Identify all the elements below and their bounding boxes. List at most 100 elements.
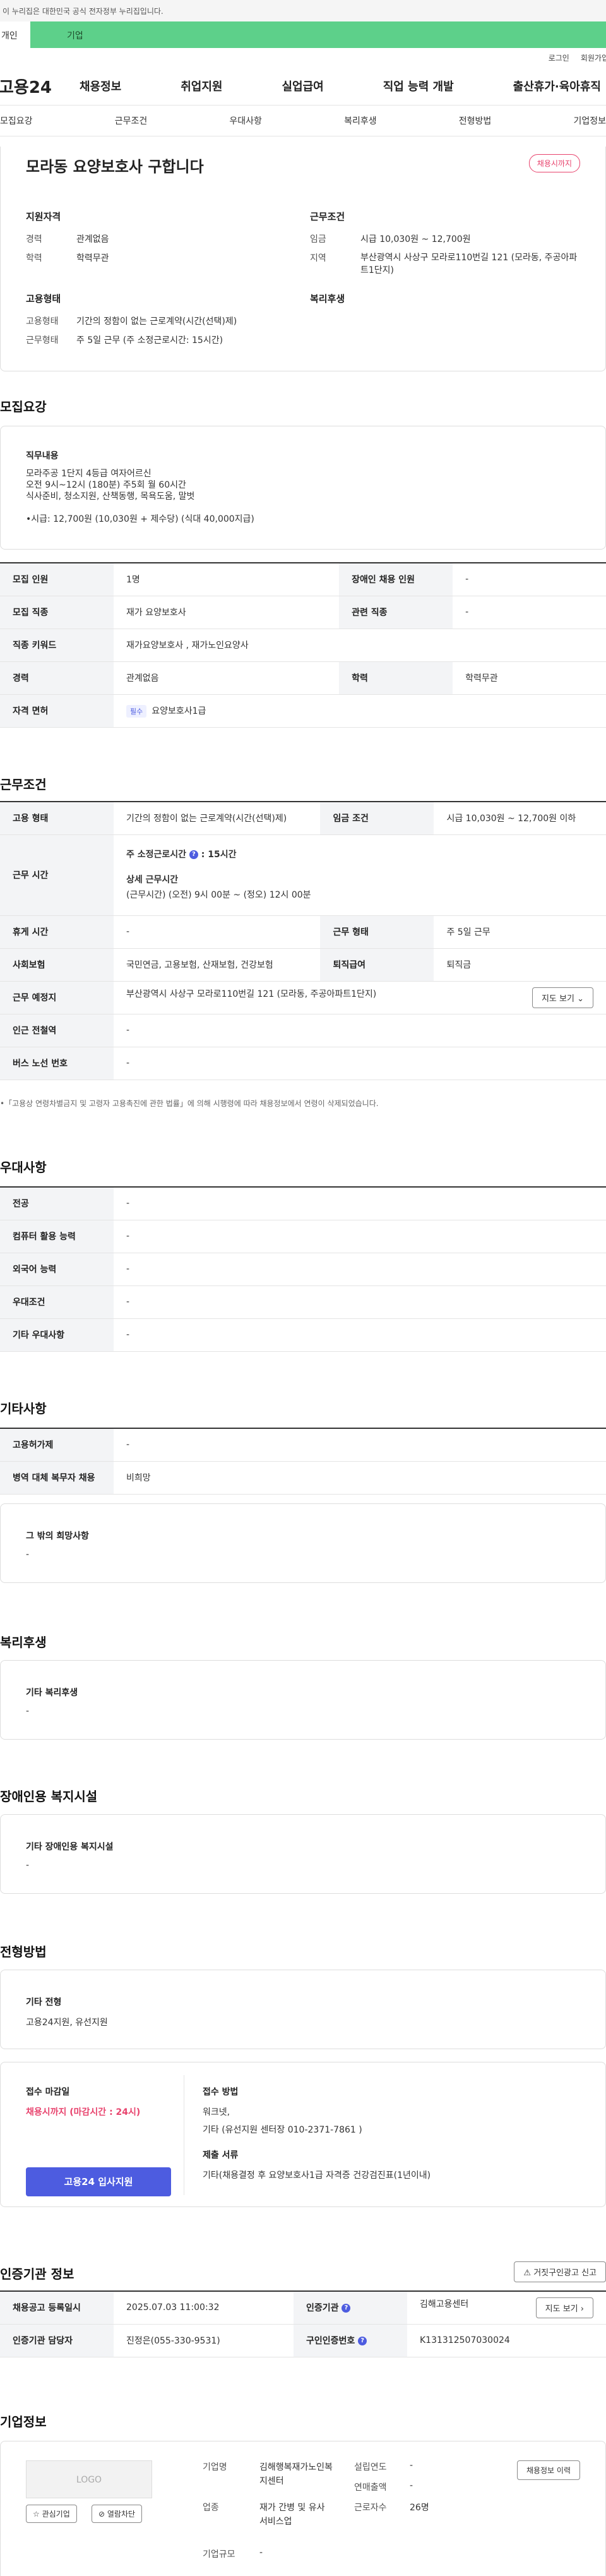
join-link[interactable]: 회원가입 bbox=[581, 52, 606, 63]
row-label: 자격 면허 bbox=[0, 694, 114, 728]
row-label: 전공 bbox=[0, 1186, 114, 1220]
row-value: - bbox=[453, 562, 606, 596]
selection-card: 기타 전형 고용24지원, 유선지원 bbox=[0, 1970, 606, 2049]
block-view-button[interactable]: ⊘ 열람차단 bbox=[92, 2505, 143, 2523]
anchor-welfare[interactable]: 복리후생 bbox=[344, 114, 377, 127]
table-row: 전공 - bbox=[0, 1186, 606, 1220]
wage-label: 임금 bbox=[310, 234, 326, 244]
other-heading: 그 밖의 희망사항 bbox=[26, 1531, 89, 1541]
job-summary-card: 모라동 요양보호사 구합니다 채용시까지 지원자격 경력 관계없음 학력 학력무… bbox=[0, 147, 606, 371]
row-value: 학력무관 bbox=[453, 661, 606, 695]
age-note: •「고용상 연령차별금지 및 고령자 고용촉진에 관한 법률」에 의해 시행령에… bbox=[0, 1099, 379, 1108]
map-button[interactable]: 지도 보기 ⌄ bbox=[532, 987, 593, 1008]
row-value: - bbox=[114, 1186, 606, 1220]
welfare-heading: 복리후생 bbox=[310, 293, 345, 304]
job-title: 모라동 요양보호사 구합니다 bbox=[26, 158, 204, 176]
agency-map-button[interactable]: 지도 보기 › bbox=[535, 2297, 593, 2318]
info-icon[interactable]: ? bbox=[189, 850, 198, 859]
anchor-conditions[interactable]: 근무조건 bbox=[115, 114, 148, 127]
table-row: 인증기관 담당자 진정은(055-330-9531) 구인인증번호 ? K131… bbox=[0, 2324, 606, 2357]
row-label: 기타 우대사항 bbox=[0, 1318, 114, 1352]
company-section-title: 기업정보 bbox=[0, 2414, 47, 2429]
emp-count-label: 근로자수 bbox=[354, 2503, 387, 2513]
table-row: 고용허가제 - bbox=[0, 1428, 606, 1462]
table-row: 우대조건 - bbox=[0, 1285, 606, 1319]
table-row: 고용 형태 기간의 정함이 없는 근로계약(시간(선택)제) 임금 조건 시급 … bbox=[0, 801, 606, 835]
gnb-item-skills[interactable]: 직업 능력 개발 bbox=[383, 78, 454, 94]
row-value: - bbox=[453, 596, 606, 629]
row-value: - bbox=[114, 1047, 606, 1080]
row-label: 인증기관 담당자 bbox=[0, 2324, 114, 2357]
qual-heading: 지원자격 bbox=[26, 211, 61, 222]
info-icon[interactable]: ? bbox=[342, 2304, 351, 2313]
worktype-label: 근무형태 bbox=[26, 335, 59, 346]
wage-value: 시급 10,030원 ~ 12,700원 bbox=[360, 234, 471, 244]
row-value: 퇴직금 bbox=[434, 948, 606, 982]
row-value: - bbox=[114, 915, 321, 949]
disabled-heading: 기타 장애인용 복지시설 bbox=[26, 1842, 114, 1852]
tab-personal[interactable]: 개인 bbox=[0, 21, 30, 48]
cert-num-label: 구인인증번호 bbox=[306, 2336, 355, 2346]
welfare-section-title: 복리후생 bbox=[0, 1635, 47, 1650]
row-label: 우대조건 bbox=[0, 1285, 114, 1319]
tab-company[interactable]: 기업 bbox=[30, 21, 606, 48]
agency-table: 채용공고 등록일시 2025.07.03 11:00:32 인증기관 ? 김해고… bbox=[0, 2290, 606, 2357]
duty-text: 모라주공 1단지 4등급 여자어르신 오전 9시~12시 (180분) 주5회 … bbox=[26, 468, 254, 525]
method-value: 워크넷, bbox=[203, 2107, 230, 2117]
table-row: 병역 대체 복무자 채용 비희망 bbox=[0, 1461, 606, 1495]
gnb-item-jobs[interactable]: 채용정보 bbox=[80, 78, 121, 94]
deadline-value: 채용시까지 (마감시간 : 24시) bbox=[26, 2107, 141, 2117]
edu-value: 학력무관 bbox=[76, 253, 109, 263]
row-label: 모집 직종 bbox=[0, 596, 114, 629]
favorite-label: 관심기업 bbox=[42, 2510, 70, 2519]
info-icon[interactable]: ? bbox=[358, 2337, 367, 2345]
welfare-card: 기타 복리후생 - bbox=[0, 1660, 606, 1740]
table-row: 모집 직종 재가 요양보호사 관련 직종 - bbox=[0, 596, 606, 629]
conditions-section-title: 근무조건 bbox=[0, 777, 47, 792]
anchor-recruit[interactable]: 모집요강 bbox=[0, 114, 33, 127]
sales-label: 연매출액 bbox=[354, 2483, 387, 2493]
agency-value: 김해고용센터 bbox=[420, 2299, 469, 2309]
anchor-company[interactable]: 기업정보 bbox=[573, 114, 606, 127]
apply-button[interactable]: 고용24 입사지원 bbox=[26, 2167, 171, 2196]
industry-label: 업종 bbox=[203, 2503, 219, 2513]
table-row: 직종 키워드 재가요양보호사 , 재가노인요양사 bbox=[0, 629, 606, 662]
anchor-selection[interactable]: 전형방법 bbox=[459, 114, 492, 127]
apply-card: 접수 마감일 채용시까지 (마감시간 : 24시) 접수 방법 워크넷, 기타 … bbox=[0, 2062, 606, 2207]
hours-heading: 주 소정근로시간 bbox=[126, 850, 187, 860]
gnb-item-employment-support[interactable]: 취업지원 bbox=[181, 78, 222, 94]
row-label: 병역 대체 복무자 채용 bbox=[0, 1461, 114, 1495]
history-button[interactable]: 채용정보 이력 bbox=[516, 2460, 580, 2480]
favorite-company-button[interactable]: ☆ 관심기업 bbox=[26, 2505, 77, 2523]
row-label: 학력 bbox=[339, 661, 453, 695]
duty-line: 오전 9시~12시 (180분) 주5회 월 60시간 bbox=[26, 480, 186, 490]
company-card: LOGO ☆ 관심기업 ⊘ 열람차단 기업명 김해행복재가노인복지센터 업종 재… bbox=[0, 2441, 606, 2576]
method-value: 기타 (유선지원 센터장 010-2371-7861 ) bbox=[203, 2125, 362, 2135]
report-button[interactable]: ⚠ 거짓구인광고 신고 bbox=[514, 2261, 606, 2282]
emptype-value: 기간의 정함이 없는 근로계약(시간(선택)제) bbox=[76, 316, 237, 327]
site-logo[interactable]: 고용24 bbox=[0, 75, 80, 98]
login-link[interactable]: 로그인 bbox=[549, 52, 569, 63]
row-value: - bbox=[114, 1220, 606, 1253]
etc-other-card: 그 밖의 희망사항 - bbox=[0, 1503, 606, 1583]
deadline-badge: 채용시까지 bbox=[528, 154, 580, 172]
gnb-item-unemployment-benefit[interactable]: 실업급여 bbox=[282, 78, 324, 94]
agency-section-title: 인증기관 정보 bbox=[0, 2266, 74, 2282]
edu-label: 학력 bbox=[26, 253, 42, 263]
table-row: 경력 관계없음 학력 학력무관 bbox=[0, 661, 606, 695]
gnb-item-parental-leave[interactable]: 출산휴가·육아휴직 bbox=[513, 78, 601, 94]
row-value: 김해고용센터 지도 보기 › bbox=[407, 2290, 606, 2325]
prefer-table: 전공 - 컴퓨터 활용 능력 - 외국어 능력 - 우대조건 - 기타 우대사항 - bbox=[0, 1186, 606, 1352]
row-label: 모집 인원 bbox=[0, 562, 114, 596]
table-row: 외국어 능력 - bbox=[0, 1253, 606, 1286]
region-label: 지역 bbox=[310, 253, 326, 263]
required-chip: 필수 bbox=[126, 704, 147, 718]
career-value: 관계없음 bbox=[76, 234, 109, 244]
row-label: 휴게 시간 bbox=[0, 915, 114, 949]
row-value: 국민연금, 고용보험, 산재보험, 건강보험 bbox=[114, 948, 321, 982]
anchor-prefer[interactable]: 우대사항 bbox=[229, 114, 262, 127]
row-label: 구인인증번호 ? bbox=[294, 2324, 407, 2357]
row-value: K131312507030024 bbox=[407, 2324, 606, 2357]
welfare-other-heading: 기타 복리후생 bbox=[26, 1688, 78, 1698]
est-label: 설립연도 bbox=[354, 2462, 387, 2472]
